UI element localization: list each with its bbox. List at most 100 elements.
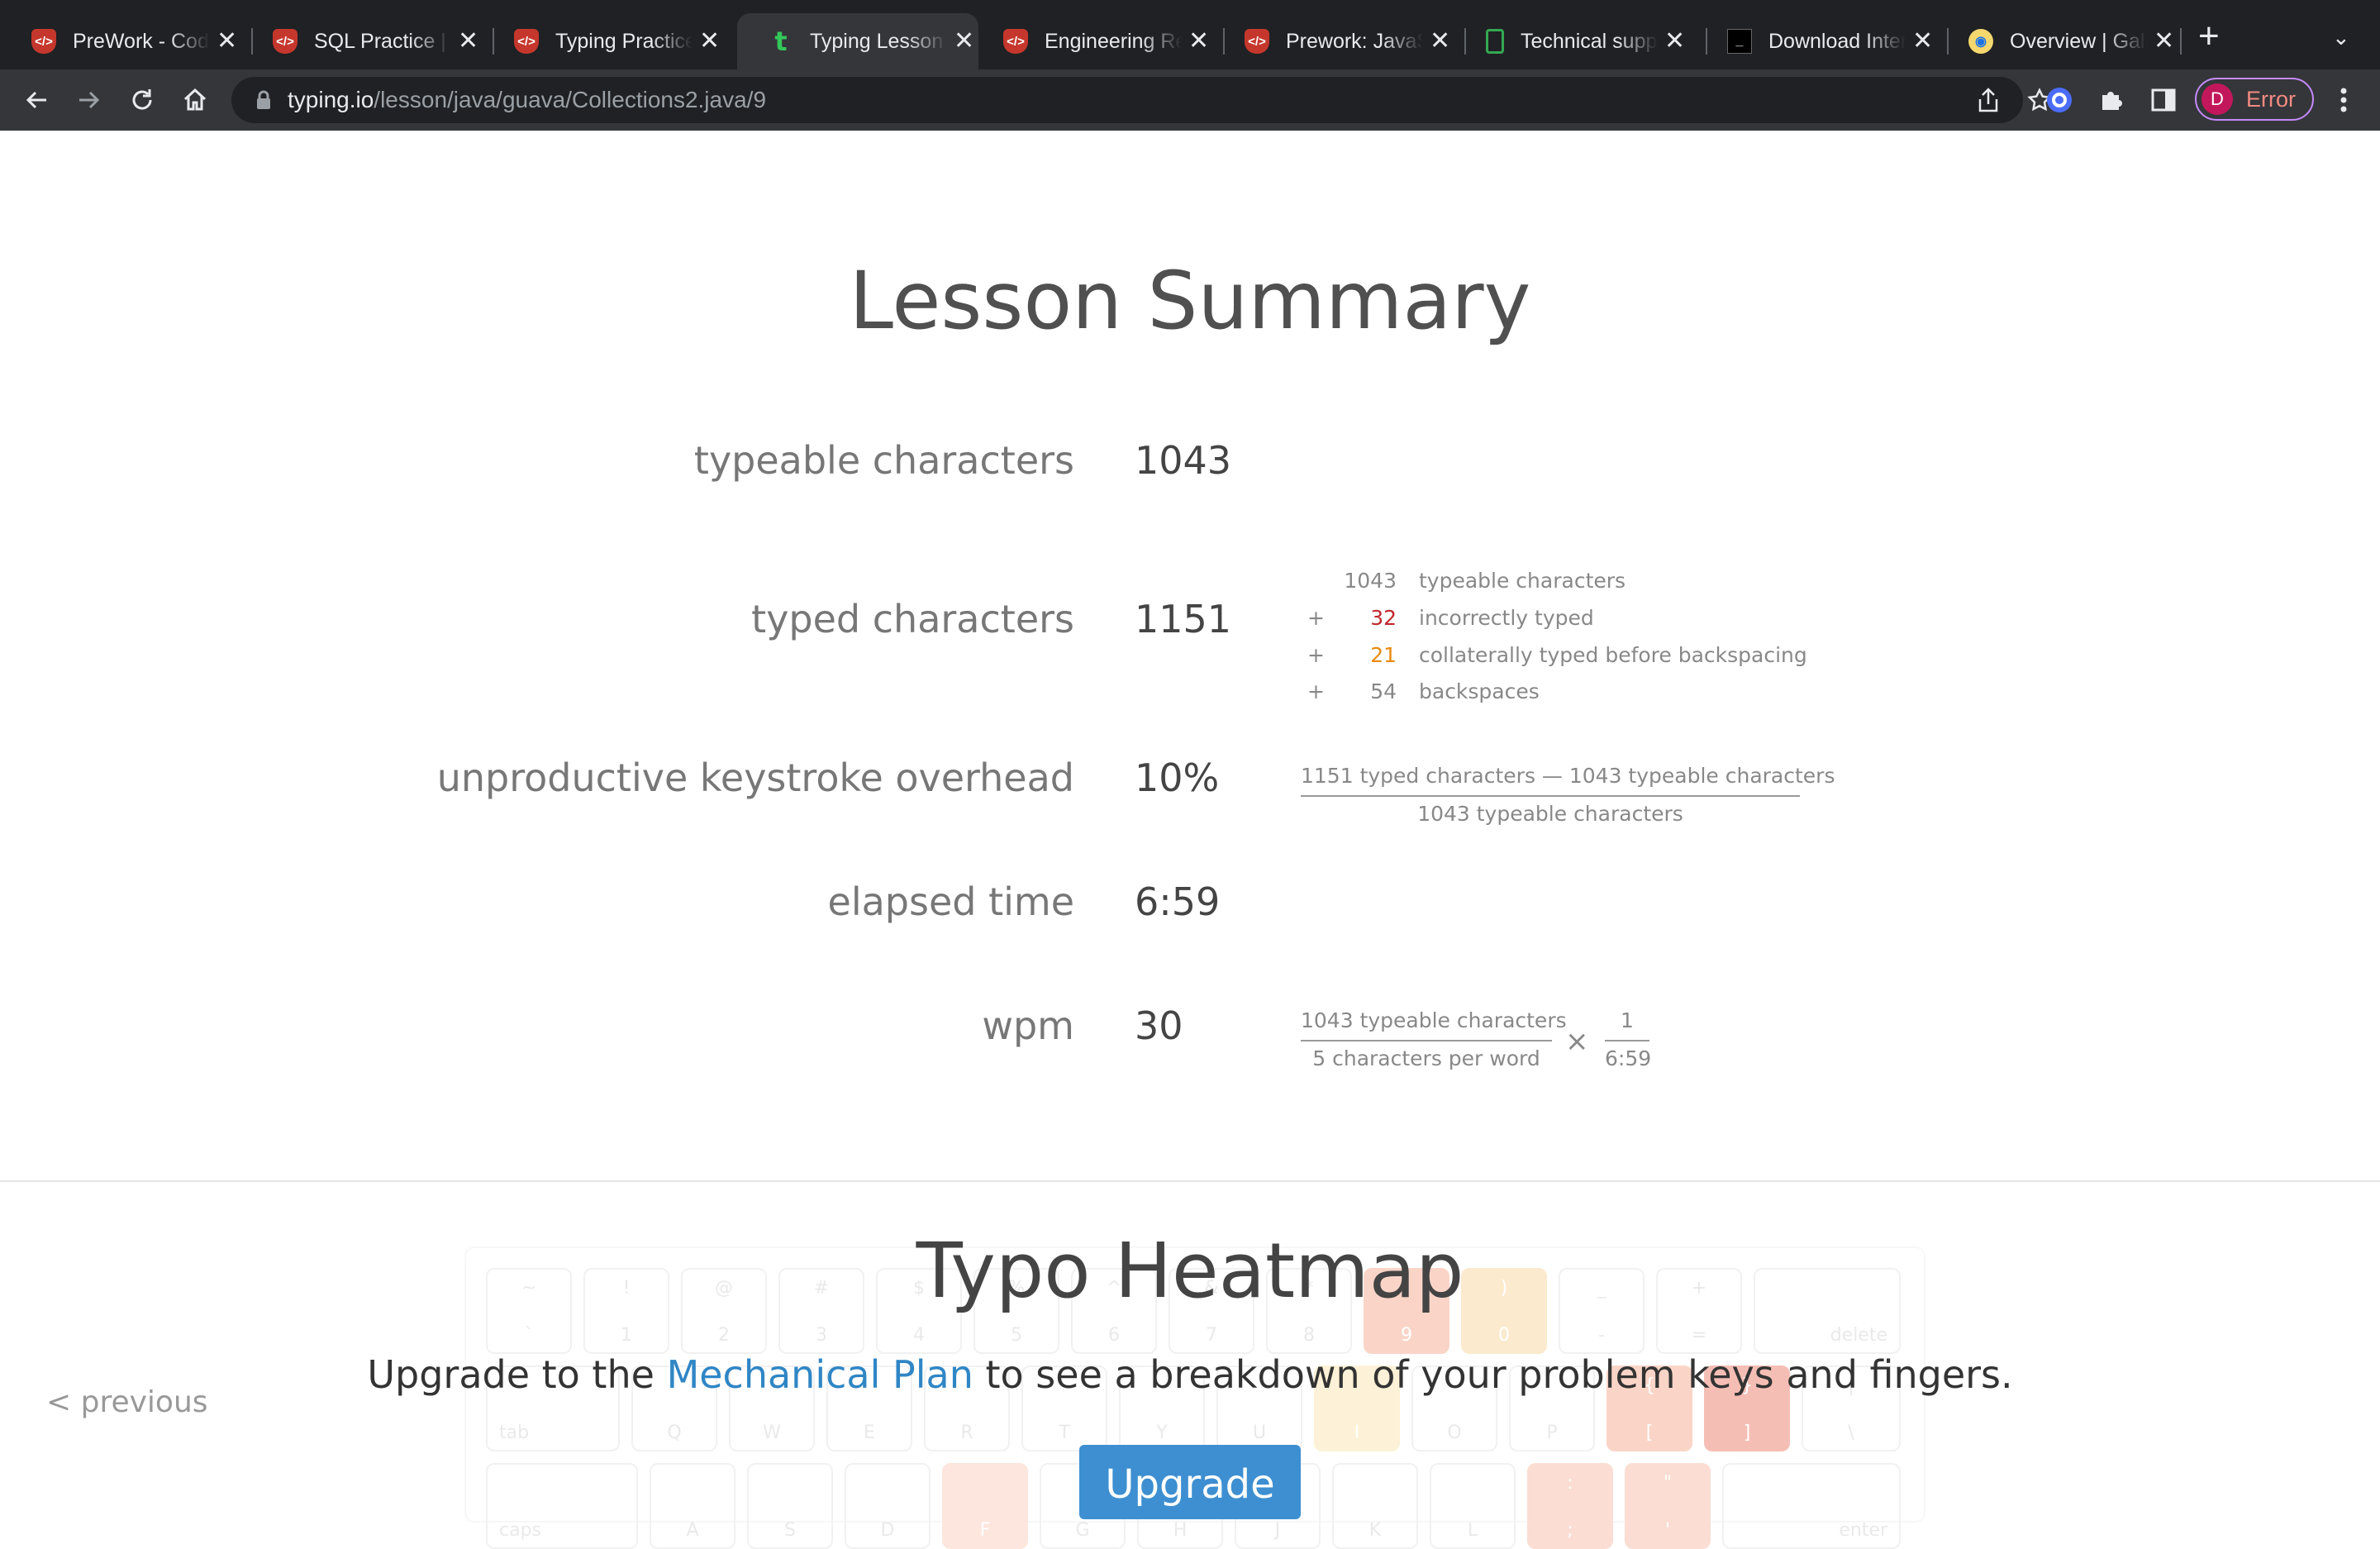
shield-code-icon: </> [1003, 29, 1028, 54]
shield-code-icon: </> [273, 29, 298, 54]
tab-search-chevron-icon[interactable]: ⌄ [2332, 25, 2350, 50]
key: A [650, 1463, 735, 1549]
extension-circle-icon [2047, 88, 2072, 112]
browser-menu-button[interactable] [2329, 69, 2359, 131]
wpm-denominator: 5 characters per word [1312, 1046, 1540, 1070]
breakdown-label: incorrectly typed [1419, 606, 1594, 630]
home-icon [183, 88, 207, 111]
close-icon[interactable]: ✕ [1430, 29, 1450, 54]
elapsed-value: 6:59 [1135, 879, 1221, 924]
close-icon[interactable]: ✕ [1664, 29, 1685, 54]
new-tab-button[interactable]: + [2198, 18, 2220, 55]
tab-engineering-resources[interactable]: </> Engineering Resources ✕ [972, 13, 1213, 69]
formula-numerator: 1151 typed characters — 1043 typeable ch… [1301, 764, 1835, 788]
breakdown-value: 32 [1370, 606, 1397, 630]
forward-button[interactable] [71, 69, 107, 131]
address-bar[interactable]: typing.io/lesson/java/guava/Collections2… [231, 77, 2052, 123]
tab-title: Overview | Gallery [2010, 29, 2147, 53]
fraction-bar [1301, 795, 1800, 797]
breakdown-label: backspaces [1419, 679, 1540, 703]
share-icon [1978, 88, 1998, 112]
close-icon[interactable]: ✕ [217, 29, 237, 54]
close-icon[interactable]: ✕ [1912, 29, 1933, 54]
tab-overview-gallery[interactable]: ◉ Overview | Gallery ✕ [1937, 13, 2178, 69]
tab-prework-javascript[interactable]: </> Prework: JavaScript ✕ [1213, 13, 1454, 69]
shield-code-icon: </> [514, 29, 539, 54]
avatar: D [2202, 83, 2233, 115]
key-heat: F [942, 1463, 1028, 1549]
formula-denominator: 1043 typeable characters [1417, 802, 1683, 826]
overhead-label: unproductive keystroke overhead [436, 755, 1074, 800]
upgrade-text-after: to see a breakdown of your problem keys … [973, 1352, 2013, 1397]
typeable-value: 1043 [1135, 438, 1232, 483]
puzzle-icon [2102, 92, 2122, 110]
tab-typing-practice[interactable]: </> Typing Practice ✕ [483, 13, 724, 69]
breakdown-label: typeable characters [1419, 569, 1626, 593]
previous-link[interactable]: < previous [46, 1385, 208, 1419]
tab-technical-support[interactable]: Technical support ✕ [1454, 13, 1696, 69]
section-divider [0, 1180, 2380, 1182]
wpm-label: wpm [982, 1003, 1074, 1048]
tab-download-interview[interactable]: _ Download Interview ✕ [1696, 13, 1937, 69]
page-content: Lesson Summary typeable characters 1043 … [0, 131, 2380, 1549]
doc-icon [1486, 29, 1504, 54]
key-caps: caps [486, 1463, 638, 1549]
breakdown-value: 21 [1370, 643, 1397, 667]
key: D [845, 1463, 931, 1549]
back-button[interactable] [18, 69, 55, 131]
key: K [1332, 1463, 1418, 1549]
breakdown-value: 54 [1370, 679, 1397, 703]
extension-button[interactable] [2043, 69, 2076, 131]
tab-title: Typing Practice [555, 29, 693, 53]
arrow-right-icon [79, 91, 100, 109]
reload-icon [132, 89, 152, 110]
close-icon[interactable]: ✕ [699, 29, 720, 54]
key-heat: :; [1527, 1463, 1613, 1549]
tab-sql-practice[interactable]: </> SQL Practice | Coding ✕ [241, 13, 483, 69]
tab-typing-lesson[interactable]: t Typing Lesson ✕ [737, 13, 978, 69]
breakdown-label: collaterally typed before backspacing [1419, 643, 1807, 667]
wpm-numerator: 1043 typeable characters [1301, 1008, 1567, 1032]
share-button[interactable] [1973, 77, 2003, 123]
wpm-denominator2: 6:59 [1605, 1046, 1652, 1070]
upgrade-button[interactable]: Upgrade [1079, 1445, 1301, 1519]
page-title: Lesson Summary [849, 255, 1531, 347]
key: S [747, 1463, 833, 1549]
close-icon[interactable]: ✕ [458, 29, 478, 54]
url-domain: typing.io [288, 87, 374, 112]
side-panel-icon [2151, 88, 2176, 112]
shield-code-icon: </> [1245, 29, 1269, 54]
fraction-bar [1605, 1040, 1649, 1041]
url-text: typing.io/lesson/java/guava/Collections2… [288, 77, 766, 123]
tab-prework[interactable]: </> PreWork - Coding ✕ [0, 13, 241, 69]
close-icon[interactable]: ✕ [1188, 29, 1209, 54]
tab-title: Typing Lesson [810, 29, 944, 53]
tab-title: Technical support [1521, 29, 1658, 53]
url-path: /lesson/java/guava/Collections2.java/9 [374, 87, 767, 112]
wpm-numerator2: 1 [1621, 1008, 1634, 1032]
tab-title: SQL Practice | Coding [314, 29, 451, 53]
shield-code-icon: </> [31, 29, 56, 54]
extensions-menu-button[interactable] [2094, 69, 2127, 131]
typing-io-icon: t [774, 26, 788, 57]
profile-button[interactable]: D Error [2195, 78, 2314, 121]
upgrade-message: Upgrade to the Mechanical Plan to see a … [0, 1352, 2380, 1397]
fraction-bar [1301, 1040, 1552, 1041]
side-panel-button[interactable] [2147, 69, 2180, 131]
kebab-menu-icon [2340, 88, 2347, 112]
reload-button[interactable] [124, 69, 160, 131]
mechanical-plan-link[interactable]: Mechanical Plan [667, 1352, 973, 1397]
key-enter: enter [1722, 1463, 1901, 1549]
browser-toolbar: typing.io/lesson/java/guava/Collections2… [0, 69, 2380, 131]
tab-title: Prework: JavaScript [1286, 29, 1423, 53]
home-button[interactable] [177, 69, 213, 131]
globe-icon: ◉ [1968, 29, 1993, 54]
overhead-value: 10% [1135, 755, 1220, 800]
multiply-symbol: × [1565, 1025, 1589, 1058]
lock-icon [257, 90, 270, 109]
terminal-icon: _ [1727, 29, 1752, 54]
typed-value: 1151 [1135, 597, 1232, 641]
close-icon[interactable]: ✕ [2154, 29, 2174, 54]
browser-tab-strip: </> PreWork - Coding ✕ </> SQL Practice … [0, 0, 2380, 69]
typed-label: typed characters [751, 597, 1074, 641]
